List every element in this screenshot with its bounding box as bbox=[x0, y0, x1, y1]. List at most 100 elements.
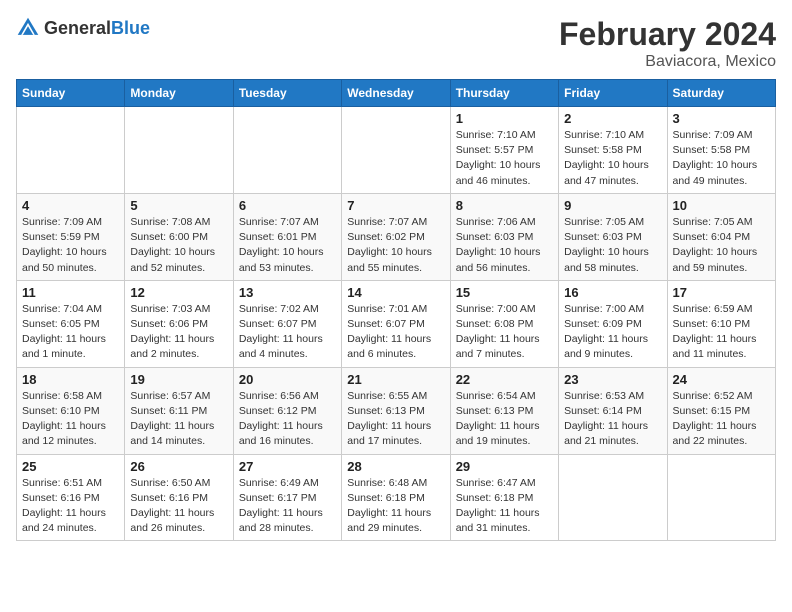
calendar-cell: 28 Sunrise: 6:48 AM Sunset: 6:18 PM Dayli… bbox=[342, 454, 450, 541]
calendar-cell: 18Sunrise: 6:58 AM Sunset: 6:10 PM Dayli… bbox=[17, 367, 125, 454]
calendar-cell: 25Sunrise: 6:51 AM Sunset: 6:16 PM Dayli… bbox=[17, 454, 125, 541]
cell-info: Sunrise: 6:51 AM Sunset: 6:16 PM Dayligh… bbox=[22, 476, 119, 537]
cell-info: Sunrise: 7:02 AM Sunset: 6:07 PM Dayligh… bbox=[239, 302, 336, 363]
calendar-cell: 11 Sunrise: 7:04 AM Sunset: 6:05 PM Dayli… bbox=[17, 280, 125, 367]
calendar-cell: 21 Sunrise: 6:55 AM Sunset: 6:13 PM Dayli… bbox=[342, 367, 450, 454]
calendar-cell: 13 Sunrise: 7:02 AM Sunset: 6:07 PM Dayli… bbox=[233, 280, 341, 367]
cell-info: Sunrise: 7:07 AM Sunset: 6:01 PM Dayligh… bbox=[239, 215, 336, 276]
date-number: 8 bbox=[456, 198, 553, 213]
logo-blue: Blue bbox=[111, 18, 150, 38]
calendar-cell: 17 Sunrise: 6:59 AM Sunset: 6:10 PM Dayli… bbox=[667, 280, 775, 367]
cell-info: Sunrise: 6:53 AM Sunset: 6:14 PM Dayligh… bbox=[564, 389, 661, 450]
date-number: 2 bbox=[564, 111, 661, 126]
day-header-tuesday: Tuesday bbox=[233, 80, 341, 107]
cell-info: Sunrise: 7:09 AM Sunset: 5:59 PM Dayligh… bbox=[22, 215, 119, 276]
cell-info: Sunrise: 6:59 AM Sunset: 6:10 PM Dayligh… bbox=[673, 302, 770, 363]
calendar-cell bbox=[233, 107, 341, 194]
calendar-cell: 14 Sunrise: 7:01 AM Sunset: 6:07 PM Dayli… bbox=[342, 280, 450, 367]
calendar-cell: 3 Sunrise: 7:09 AM Sunset: 5:58 PM Daylig… bbox=[667, 107, 775, 194]
date-number: 10 bbox=[673, 198, 770, 213]
calendar-cell: 27Sunrise: 6:49 AM Sunset: 6:17 PM Dayli… bbox=[233, 454, 341, 541]
calendar-week-1: 1 Sunrise: 7:10 AM Sunset: 5:57 PM Daylig… bbox=[17, 107, 776, 194]
date-number: 1 bbox=[456, 111, 553, 126]
date-number: 3 bbox=[673, 111, 770, 126]
date-number: 4 bbox=[22, 198, 119, 213]
date-number: 14 bbox=[347, 285, 444, 300]
date-number: 6 bbox=[239, 198, 336, 213]
cell-info: Sunrise: 7:01 AM Sunset: 6:07 PM Dayligh… bbox=[347, 302, 444, 363]
calendar-cell: 7 Sunrise: 7:07 AM Sunset: 6:02 PM Daylig… bbox=[342, 193, 450, 280]
calendar-cell: 15 Sunrise: 7:00 AM Sunset: 6:08 PM Dayli… bbox=[450, 280, 558, 367]
cell-info: Sunrise: 7:00 AM Sunset: 6:09 PM Dayligh… bbox=[564, 302, 661, 363]
calendar-table: SundayMondayTuesdayWednesdayThursdayFrid… bbox=[16, 79, 776, 541]
date-number: 29 bbox=[456, 459, 553, 474]
calendar-cell: 24Sunrise: 6:52 AM Sunset: 6:15 PM Dayli… bbox=[667, 367, 775, 454]
calendar-cell: 9 Sunrise: 7:05 AM Sunset: 6:03 PM Daylig… bbox=[559, 193, 667, 280]
cell-info: Sunrise: 6:49 AM Sunset: 6:17 PM Dayligh… bbox=[239, 476, 336, 537]
day-header-monday: Monday bbox=[125, 80, 233, 107]
calendar-cell: 6 Sunrise: 7:07 AM Sunset: 6:01 PM Daylig… bbox=[233, 193, 341, 280]
calendar-cell: 20 Sunrise: 6:56 AM Sunset: 6:12 PM Dayli… bbox=[233, 367, 341, 454]
date-number: 7 bbox=[347, 198, 444, 213]
cell-info: Sunrise: 7:04 AM Sunset: 6:05 PM Dayligh… bbox=[22, 302, 119, 363]
location-subtitle: Baviacora, Mexico bbox=[559, 53, 776, 71]
calendar-cell bbox=[667, 454, 775, 541]
logo: GeneralBlue bbox=[16, 16, 150, 40]
day-header-thursday: Thursday bbox=[450, 80, 558, 107]
calendar-cell: 1 Sunrise: 7:10 AM Sunset: 5:57 PM Daylig… bbox=[450, 107, 558, 194]
calendar-cell: 22Sunrise: 6:54 AM Sunset: 6:13 PM Dayli… bbox=[450, 367, 558, 454]
calendar-cell: 23 Sunrise: 6:53 AM Sunset: 6:14 PM Dayli… bbox=[559, 367, 667, 454]
date-number: 28 bbox=[347, 459, 444, 474]
calendar-header-row: SundayMondayTuesdayWednesdayThursdayFrid… bbox=[17, 80, 776, 107]
calendar-cell bbox=[17, 107, 125, 194]
cell-info: Sunrise: 7:06 AM Sunset: 6:03 PM Dayligh… bbox=[456, 215, 553, 276]
date-number: 16 bbox=[564, 285, 661, 300]
calendar-week-3: 11 Sunrise: 7:04 AM Sunset: 6:05 PM Dayli… bbox=[17, 280, 776, 367]
date-number: 11 bbox=[22, 285, 119, 300]
date-number: 26 bbox=[130, 459, 227, 474]
cell-info: Sunrise: 7:07 AM Sunset: 6:02 PM Dayligh… bbox=[347, 215, 444, 276]
calendar-body: 1 Sunrise: 7:10 AM Sunset: 5:57 PM Daylig… bbox=[17, 107, 776, 541]
cell-info: Sunrise: 7:05 AM Sunset: 6:04 PM Dayligh… bbox=[673, 215, 770, 276]
date-number: 23 bbox=[564, 372, 661, 387]
day-header-wednesday: Wednesday bbox=[342, 80, 450, 107]
date-number: 17 bbox=[673, 285, 770, 300]
calendar-cell: 2Sunrise: 7:10 AM Sunset: 5:58 PM Daylig… bbox=[559, 107, 667, 194]
day-header-saturday: Saturday bbox=[667, 80, 775, 107]
date-number: 5 bbox=[130, 198, 227, 213]
title-area: February 2024 Baviacora, Mexico bbox=[559, 16, 776, 71]
date-number: 24 bbox=[673, 372, 770, 387]
date-number: 13 bbox=[239, 285, 336, 300]
calendar-cell bbox=[125, 107, 233, 194]
header: GeneralBlue February 2024 Baviacora, Mex… bbox=[16, 16, 776, 71]
calendar-cell: 8 Sunrise: 7:06 AM Sunset: 6:03 PM Daylig… bbox=[450, 193, 558, 280]
calendar-cell: 29Sunrise: 6:47 AM Sunset: 6:18 PM Dayli… bbox=[450, 454, 558, 541]
calendar-cell: 19Sunrise: 6:57 AM Sunset: 6:11 PM Dayli… bbox=[125, 367, 233, 454]
cell-info: Sunrise: 7:00 AM Sunset: 6:08 PM Dayligh… bbox=[456, 302, 553, 363]
date-number: 19 bbox=[130, 372, 227, 387]
calendar-cell bbox=[559, 454, 667, 541]
calendar-cell: 4 Sunrise: 7:09 AM Sunset: 5:59 PM Daylig… bbox=[17, 193, 125, 280]
date-number: 21 bbox=[347, 372, 444, 387]
calendar-week-2: 4 Sunrise: 7:09 AM Sunset: 5:59 PM Daylig… bbox=[17, 193, 776, 280]
date-number: 15 bbox=[456, 285, 553, 300]
calendar-cell bbox=[342, 107, 450, 194]
cell-info: Sunrise: 6:56 AM Sunset: 6:12 PM Dayligh… bbox=[239, 389, 336, 450]
calendar-cell: 12Sunrise: 7:03 AM Sunset: 6:06 PM Dayli… bbox=[125, 280, 233, 367]
calendar-week-4: 18Sunrise: 6:58 AM Sunset: 6:10 PM Dayli… bbox=[17, 367, 776, 454]
calendar-week-5: 25Sunrise: 6:51 AM Sunset: 6:16 PM Dayli… bbox=[17, 454, 776, 541]
cell-info: Sunrise: 7:05 AM Sunset: 6:03 PM Dayligh… bbox=[564, 215, 661, 276]
date-number: 9 bbox=[564, 198, 661, 213]
date-number: 22 bbox=[456, 372, 553, 387]
cell-info: Sunrise: 7:03 AM Sunset: 6:06 PM Dayligh… bbox=[130, 302, 227, 363]
cell-info: Sunrise: 6:50 AM Sunset: 6:16 PM Dayligh… bbox=[130, 476, 227, 537]
date-number: 20 bbox=[239, 372, 336, 387]
cell-info: Sunrise: 7:10 AM Sunset: 5:57 PM Dayligh… bbox=[456, 128, 553, 189]
calendar-cell: 10 Sunrise: 7:05 AM Sunset: 6:04 PM Dayli… bbox=[667, 193, 775, 280]
calendar-cell: 5Sunrise: 7:08 AM Sunset: 6:00 PM Daylig… bbox=[125, 193, 233, 280]
cell-info: Sunrise: 6:48 AM Sunset: 6:18 PM Dayligh… bbox=[347, 476, 444, 537]
day-header-sunday: Sunday bbox=[17, 80, 125, 107]
calendar-cell: 26 Sunrise: 6:50 AM Sunset: 6:16 PM Dayli… bbox=[125, 454, 233, 541]
cell-info: Sunrise: 7:09 AM Sunset: 5:58 PM Dayligh… bbox=[673, 128, 770, 189]
cell-info: Sunrise: 6:55 AM Sunset: 6:13 PM Dayligh… bbox=[347, 389, 444, 450]
